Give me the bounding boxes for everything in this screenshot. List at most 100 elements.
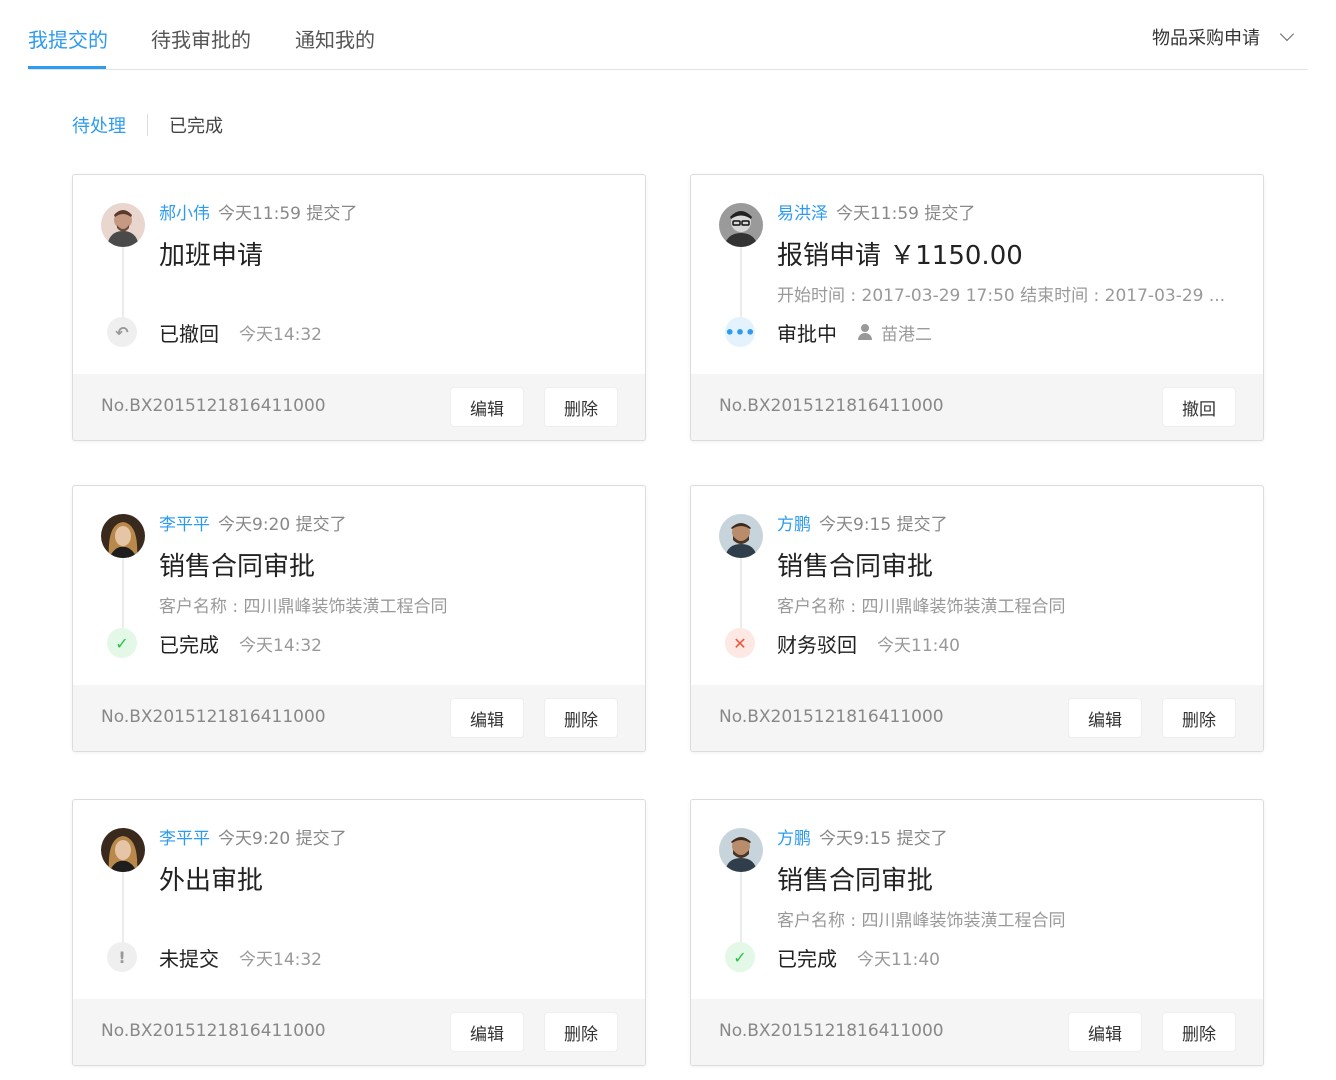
card-footer: No.BX2015121816411000 编辑 删除 bbox=[691, 999, 1263, 1065]
request-title: 加班申请 bbox=[159, 241, 264, 271]
submitter-info: 李平平 今天9:20 提交了 bbox=[159, 510, 347, 535]
delete-button[interactable]: 删除 bbox=[545, 388, 617, 426]
request-card[interactable]: 郝小伟 今天11:59 提交了 加班申请 ↶ 已撤回 今天14:32 No.BX2… bbox=[72, 174, 646, 441]
request-title: 销售合同审批 bbox=[777, 552, 934, 582]
edit-button[interactable]: 编辑 bbox=[451, 1013, 523, 1051]
edit-button[interactable]: 编辑 bbox=[1069, 1013, 1141, 1051]
request-detail: 开始时间 : 2017-03-29 17:50 结束时间 : 2017-03-2… bbox=[777, 286, 1226, 306]
delete-button[interactable]: 删除 bbox=[1163, 1013, 1235, 1051]
request-card[interactable]: 方鹏 今天9:15 提交了 销售合同审批 客户名称 : 四川鼎峰装饰装潢工程合同 … bbox=[690, 485, 1264, 752]
order-number: No.BX2015121816411000 bbox=[101, 396, 326, 416]
filter-pending[interactable]: 待处理 bbox=[72, 112, 126, 138]
request-card[interactable]: 方鹏 今天9:15 提交了 销售合同审批 客户名称 : 四川鼎峰装饰装潢工程合同 … bbox=[690, 799, 1264, 1066]
status-row: ✕ 财务驳回 今天11:40 bbox=[725, 628, 960, 658]
avatar bbox=[719, 828, 763, 872]
delete-button[interactable]: 删除 bbox=[1163, 699, 1235, 737]
card-footer: No.BX2015121816411000 编辑 删除 bbox=[73, 374, 645, 440]
status-time: 今天11:40 bbox=[877, 635, 960, 656]
status-text: 已撤回 bbox=[159, 321, 219, 346]
submitter-info: 方鹏 今天9:15 提交了 bbox=[777, 510, 948, 535]
tab-pending-my-approval[interactable]: 待我审批的 bbox=[151, 24, 251, 53]
submit-time: 今天9:20 提交了 bbox=[218, 829, 347, 849]
submitter-name[interactable]: 郝小伟 bbox=[159, 204, 210, 224]
active-tab-indicator bbox=[28, 66, 106, 69]
submitter-info: 郝小伟 今天11:59 提交了 bbox=[159, 199, 357, 224]
status-time: 今天11:40 bbox=[857, 949, 940, 970]
submit-time: 今天11:59 提交了 bbox=[218, 204, 358, 224]
avatar bbox=[101, 203, 145, 247]
status-text: 财务驳回 bbox=[777, 632, 857, 657]
edit-button[interactable]: 编辑 bbox=[451, 699, 523, 737]
status-time: 今天14:32 bbox=[239, 949, 322, 970]
status-time: 今天14:32 bbox=[239, 324, 322, 345]
status-text: 已完成 bbox=[777, 946, 837, 971]
tab-my-submitted[interactable]: 我提交的 bbox=[28, 24, 108, 53]
submitter-info: 方鹏 今天9:15 提交了 bbox=[777, 824, 948, 849]
request-title: 报销申请 ￥1150.00 bbox=[777, 241, 1023, 271]
submitter-name[interactable]: 李平平 bbox=[159, 515, 210, 535]
submit-time: 今天11:59 提交了 bbox=[836, 204, 976, 224]
submit-time: 今天9:20 提交了 bbox=[218, 515, 347, 535]
delete-button[interactable]: 删除 bbox=[545, 699, 617, 737]
chevron-down-icon bbox=[1279, 26, 1295, 42]
submit-time: 今天9:15 提交了 bbox=[819, 829, 948, 849]
status-text: 审批中 bbox=[777, 321, 837, 346]
withdraw-button[interactable]: 撤回 bbox=[1163, 388, 1235, 426]
check-icon: ✓ bbox=[107, 628, 137, 658]
order-number: No.BX2015121816411000 bbox=[719, 396, 944, 416]
delete-button[interactable]: 删除 bbox=[545, 1013, 617, 1051]
category-dropdown[interactable]: 物品采购申请 bbox=[1152, 24, 1295, 50]
request-card[interactable]: 易洪泽 今天11:59 提交了 报销申请 ￥1150.00 开始时间 : 2017… bbox=[690, 174, 1264, 441]
order-number: No.BX2015121816411000 bbox=[719, 1021, 944, 1041]
top-tab-bar: 我提交的 待我审批的 通知我的 物品采购申请 bbox=[28, 0, 1308, 70]
submitter-info: 李平平 今天9:20 提交了 bbox=[159, 824, 347, 849]
request-title: 销售合同审批 bbox=[159, 552, 316, 582]
request-detail: 客户名称 : 四川鼎峰装饰装潢工程合同 bbox=[159, 597, 448, 617]
exclamation-icon: ! bbox=[107, 942, 137, 972]
ellipsis-icon: ••• bbox=[725, 317, 755, 347]
status-row: ! 未提交 今天14:32 bbox=[107, 942, 322, 972]
approver-name: 苗港二 bbox=[881, 324, 932, 345]
submit-time: 今天9:15 提交了 bbox=[819, 515, 948, 535]
order-number: No.BX2015121816411000 bbox=[101, 1021, 326, 1041]
order-number: No.BX2015121816411000 bbox=[101, 707, 326, 727]
avatar bbox=[719, 514, 763, 558]
request-card[interactable]: 李平平 今天9:20 提交了 销售合同审批 客户名称 : 四川鼎峰装饰装潢工程合同… bbox=[72, 485, 646, 752]
undo-icon: ↶ bbox=[107, 317, 137, 347]
request-card[interactable]: 李平平 今天9:20 提交了 外出审批 ! 未提交 今天14:32 No.BX20… bbox=[72, 799, 646, 1066]
avatar bbox=[101, 828, 145, 872]
card-footer: No.BX2015121816411000 撤回 bbox=[691, 374, 1263, 440]
status-time: 今天14:32 bbox=[239, 635, 322, 656]
status-text: 已完成 bbox=[159, 632, 219, 657]
card-footer: No.BX2015121816411000 编辑 删除 bbox=[691, 685, 1263, 751]
submitter-name[interactable]: 方鹏 bbox=[777, 829, 811, 849]
close-icon: ✕ bbox=[725, 628, 755, 658]
request-detail: 客户名称 : 四川鼎峰装饰装潢工程合同 bbox=[777, 597, 1066, 617]
status-filter: 待处理 已完成 bbox=[72, 112, 223, 138]
card-footer: No.BX2015121816411000 编辑 删除 bbox=[73, 999, 645, 1065]
avatar bbox=[719, 203, 763, 247]
filter-completed[interactable]: 已完成 bbox=[169, 112, 223, 138]
submitter-name[interactable]: 方鹏 bbox=[777, 515, 811, 535]
card-footer: No.BX2015121816411000 编辑 删除 bbox=[73, 685, 645, 751]
submitter-info: 易洪泽 今天11:59 提交了 bbox=[777, 199, 975, 224]
submitter-name[interactable]: 易洪泽 bbox=[777, 204, 828, 224]
user-icon bbox=[857, 324, 873, 340]
order-number: No.BX2015121816411000 bbox=[719, 707, 944, 727]
edit-button[interactable]: 编辑 bbox=[451, 388, 523, 426]
submitter-name[interactable]: 李平平 bbox=[159, 829, 210, 849]
check-icon: ✓ bbox=[725, 942, 755, 972]
status-row: ↶ 已撤回 今天14:32 bbox=[107, 317, 322, 347]
request-detail: 客户名称 : 四川鼎峰装饰装潢工程合同 bbox=[777, 911, 1066, 931]
status-row: ••• 审批中 苗港二 bbox=[725, 317, 932, 347]
filter-divider bbox=[147, 114, 148, 136]
request-title: 销售合同审批 bbox=[777, 866, 934, 896]
request-title: 外出审批 bbox=[159, 866, 264, 896]
category-dropdown-label: 物品采购申请 bbox=[1152, 28, 1260, 49]
status-row: ✓ 已完成 今天14:32 bbox=[107, 628, 322, 658]
edit-button[interactable]: 编辑 bbox=[1069, 699, 1141, 737]
avatar bbox=[101, 514, 145, 558]
status-text: 未提交 bbox=[159, 946, 219, 971]
status-row: ✓ 已完成 今天11:40 bbox=[725, 942, 940, 972]
tab-notify-me[interactable]: 通知我的 bbox=[295, 24, 375, 53]
